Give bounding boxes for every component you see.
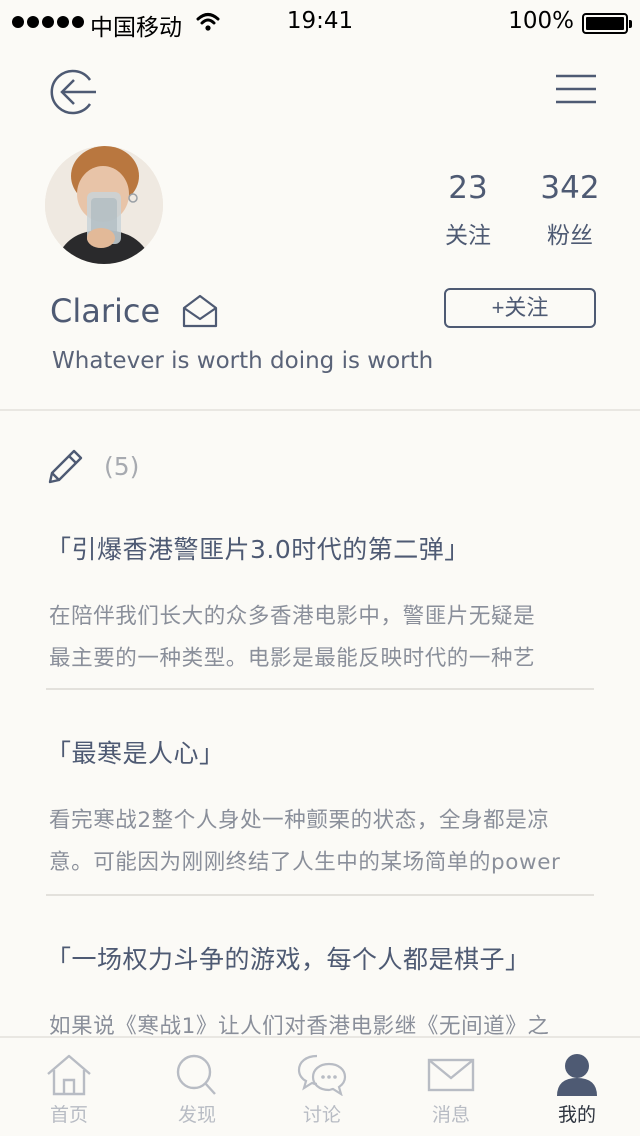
tab-bar: 首页 发现 讨论 消息 我的: [0, 1036, 640, 1136]
tab-label: 发现: [177, 1104, 216, 1126]
article-excerpt-line: 在陪伴我们长大的众多香港电影中，警匪片无疑是: [49, 604, 536, 629]
tab-label: 首页: [49, 1104, 88, 1126]
username: Clarice: [50, 292, 161, 330]
article-divider: [46, 688, 594, 690]
fans-count: 342: [540, 170, 600, 206]
hamburger-menu-icon[interactable]: [554, 70, 598, 110]
mail-icon[interactable]: [182, 294, 218, 328]
avatar-photo: [45, 146, 163, 264]
tab-label: 我的: [557, 1104, 596, 1126]
following-label: 关注: [445, 223, 491, 249]
bio: Whatever is worth doing is worth: [52, 348, 434, 374]
following-count: 23: [448, 170, 488, 206]
article-divider: [46, 894, 594, 896]
envelope-icon: [427, 1058, 475, 1092]
back-arrow-icon[interactable]: [46, 68, 98, 116]
battery-percentage: 100%: [508, 8, 574, 34]
fans-label: 粉丝: [547, 223, 593, 249]
person-icon: [557, 1054, 597, 1096]
article-title: 「最寒是人心」: [46, 739, 225, 768]
tab-discussion[interactable]: 讨论: [277, 1052, 367, 1127]
article-excerpt-line: 最主要的一种类型。电影是最能反映时代的一种艺: [49, 646, 536, 671]
tab-label: 讨论: [302, 1104, 341, 1126]
tab-messages[interactable]: 消息: [406, 1052, 496, 1127]
article-excerpt: 在陪伴我们长大的众多香港电影中，警匪片无疑是 最主要的一种类型。电影是最能反映时…: [46, 596, 596, 680]
status-bar: 中国移动 19:41 100%: [0, 0, 640, 48]
tab-label: 消息: [431, 1104, 470, 1126]
article-excerpt-line: 意。可能因为刚刚终结了人生中的某场简单的power: [49, 850, 561, 875]
post-count: (5): [104, 452, 140, 481]
article-title: 「一场权力斗争的游戏，每个人都是棋子」: [46, 945, 531, 974]
fans-stat[interactable]: 342 粉丝: [528, 168, 612, 250]
tab-discover[interactable]: 发现: [152, 1052, 242, 1127]
article-item[interactable]: 「引爆香港警匪片3.0时代的第二弹」 在陪伴我们长大的众多香港电影中，警匪片无疑…: [46, 530, 596, 680]
following-stat[interactable]: 23 关注: [428, 168, 508, 250]
article-excerpt-line: 看完寒战2整个人身处一种颤栗的状态，全身都是凉: [49, 808, 550, 833]
chat-bubbles-icon: [297, 1054, 347, 1096]
article-item[interactable]: 「一场权力斗争的游戏，每个人都是棋子」 如果说《寒战1》让人们对香港电影继《无间…: [46, 940, 596, 1048]
article-excerpt: 看完寒战2整个人身处一种颤栗的状态，全身都是凉 意。可能因为刚刚终结了人生中的某…: [46, 800, 596, 884]
avatar[interactable]: [45, 146, 163, 264]
article-item[interactable]: 「最寒是人心」 看完寒战2整个人身处一种颤栗的状态，全身都是凉 意。可能因为刚刚…: [46, 734, 596, 884]
tab-profile[interactable]: 我的: [532, 1052, 622, 1127]
battery-icon: [582, 13, 632, 34]
article-title: 「引爆香港警匪片3.0时代的第二弹」: [46, 535, 470, 564]
tab-home[interactable]: 首页: [24, 1052, 114, 1127]
search-icon: [176, 1054, 216, 1095]
pencil-icon: [48, 449, 83, 484]
section-divider: [0, 409, 640, 411]
follow-button[interactable]: +关注: [444, 288, 596, 328]
home-icon: [47, 1054, 91, 1096]
